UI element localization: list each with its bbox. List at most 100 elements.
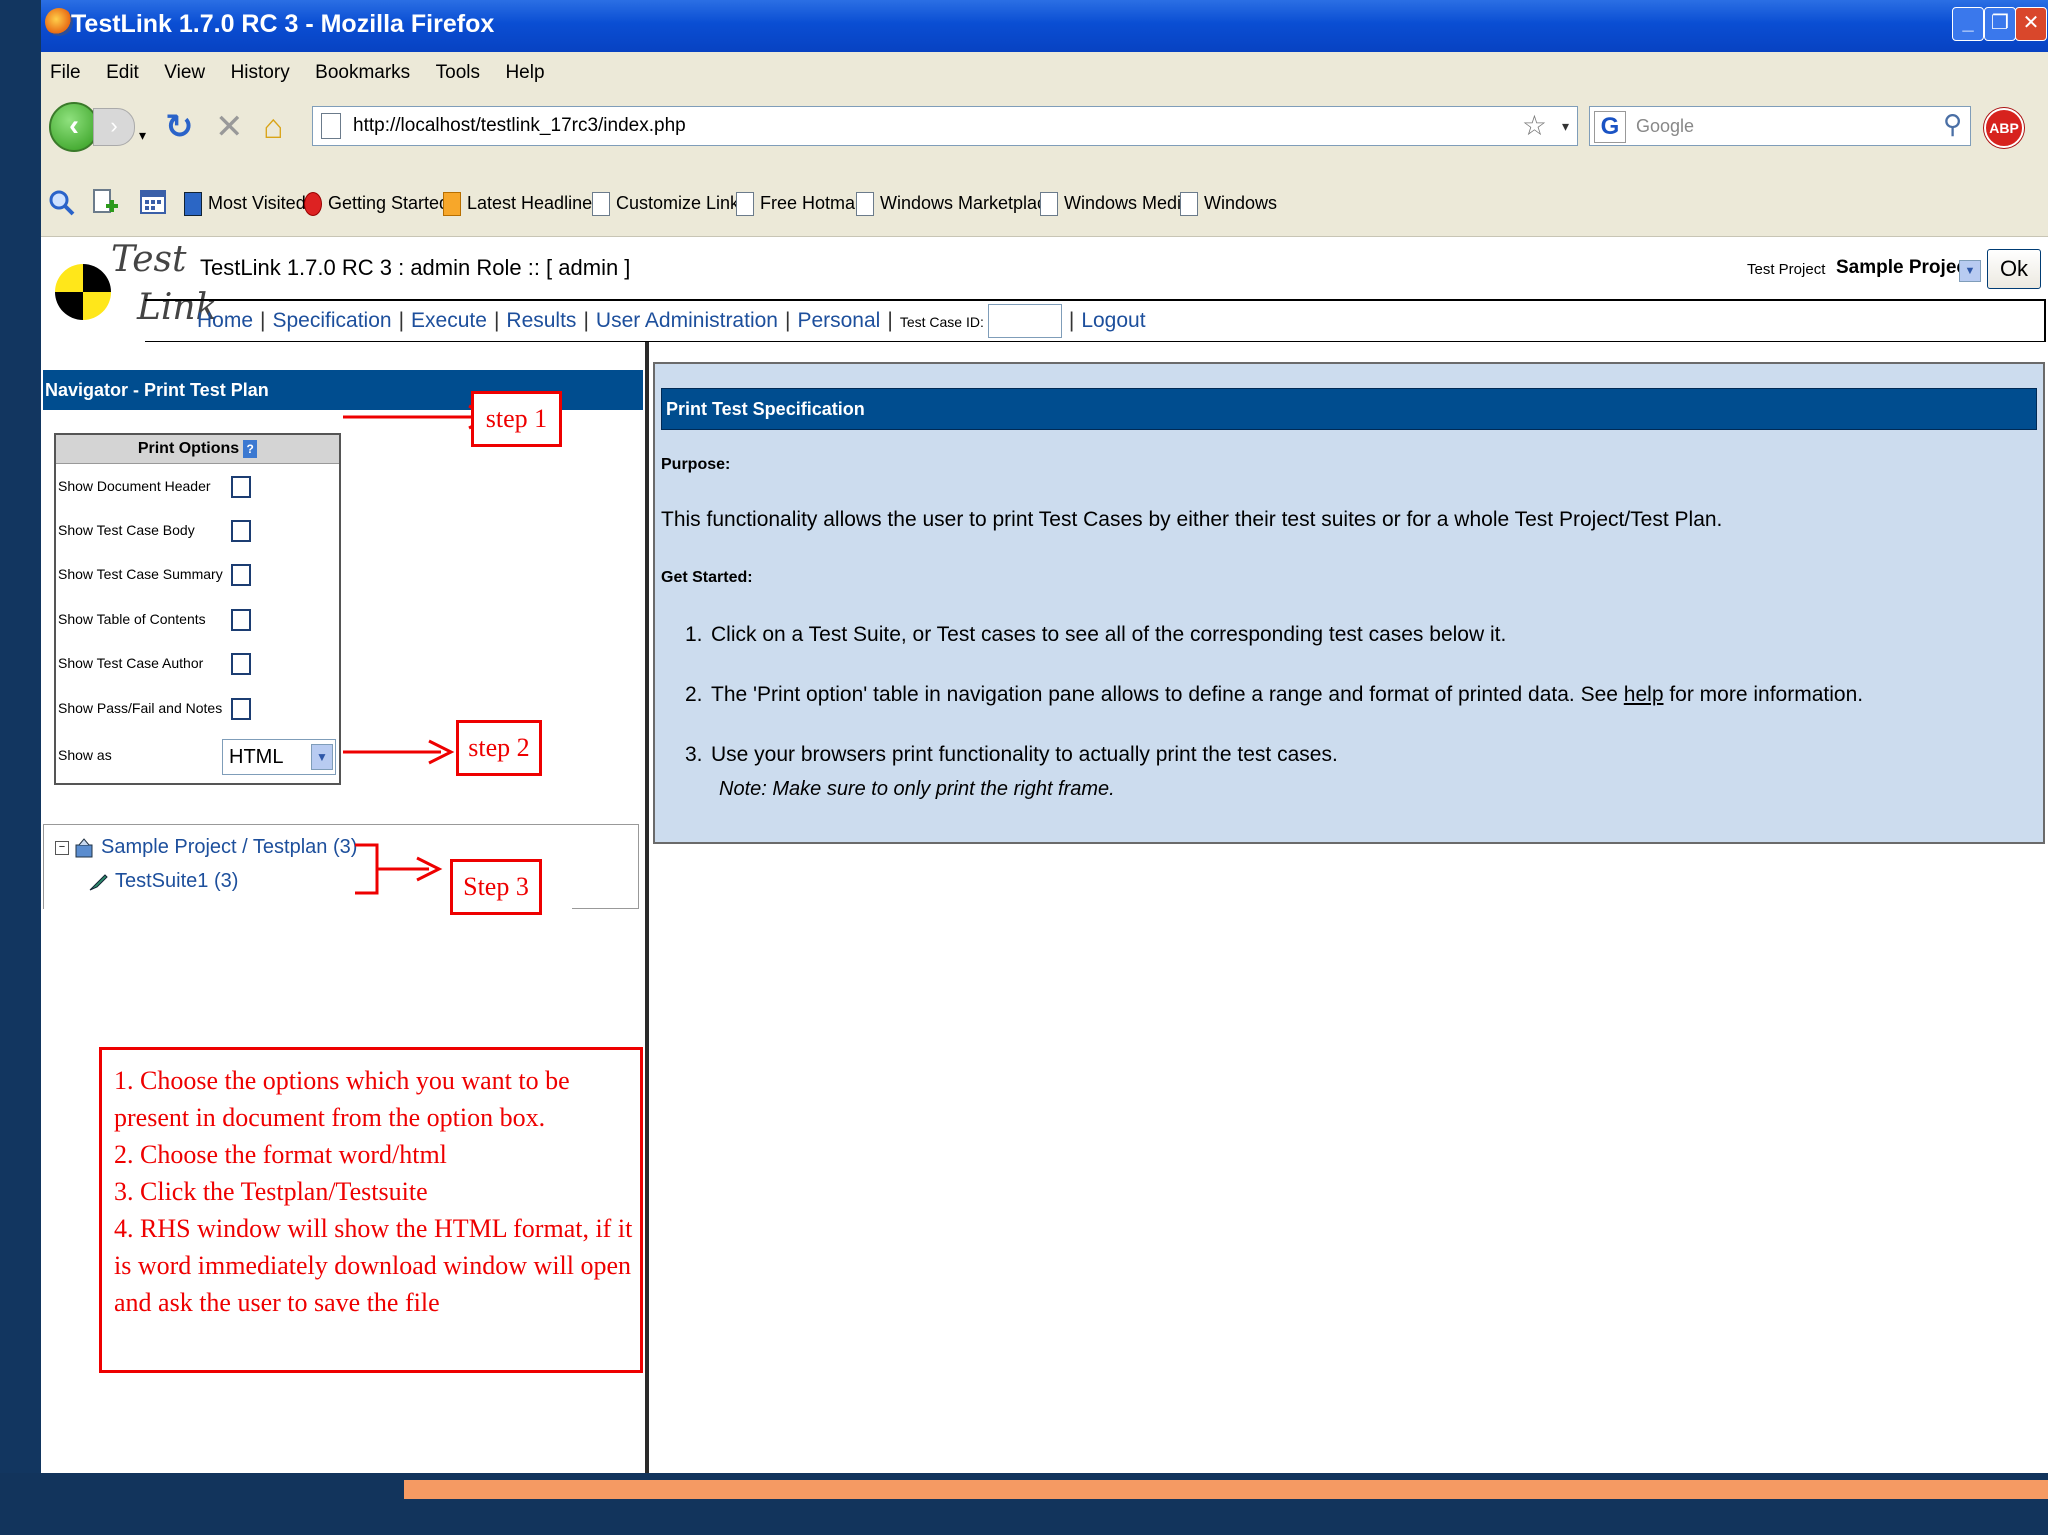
show-document-header-checkbox[interactable] [231, 476, 251, 498]
search-input[interactable]: Google [1636, 107, 1694, 145]
show-table-of-contents-checkbox[interactable] [231, 609, 251, 631]
firefox-bookmark-icon [304, 192, 322, 217]
reload-icon[interactable]: ↻ [165, 110, 194, 144]
close-button[interactable]: ✕ [2015, 7, 2047, 41]
show-as-value: HTML [229, 746, 284, 768]
google-search-engine-icon[interactable]: G [1594, 111, 1626, 143]
testlink-logo[interactable] [55, 250, 111, 326]
collapse-icon[interactable]: − [55, 840, 69, 855]
step2-label: step 2 [456, 720, 542, 776]
slide-stripe [404, 1480, 2048, 1499]
menu-edit[interactable]: Edit [106, 52, 139, 94]
menu-link-execute[interactable]: Execute [411, 309, 487, 332]
purpose-heading: Purpose: [661, 456, 731, 473]
content-pane: Print Test Specification Purpose: This f… [649, 342, 2048, 1473]
show-pass-fail-notes-checkbox[interactable] [231, 698, 251, 720]
search-box[interactable]: G Google ⚲ [1589, 106, 1971, 146]
tree-node-root[interactable]: − Sample Project / Testplan (3) [55, 836, 357, 859]
test-case-id-input[interactable] [987, 304, 1062, 339]
note-line: 3. Click the Testplan/Testsuite [114, 1177, 428, 1206]
option-label: Show Test Case Body [58, 522, 195, 538]
instruction-item: 3. Use your browsers print functionality … [685, 743, 1338, 766]
bookmark-free-hotmail[interactable]: Free Hotmail [736, 170, 863, 236]
instructions-note: 1. Choose the options which you want to … [99, 1047, 643, 1373]
search-icon[interactable]: ⚲ [1943, 109, 1962, 140]
print-spec-panel: Print Test Specification Purpose: This f… [653, 362, 2045, 844]
browser-window: TestLink 1.7.0 RC 3 - Mozilla Firefox _ … [41, 0, 2048, 1473]
option-label: Show Table of Contents [58, 611, 206, 627]
bookmark-latest-headlines[interactable]: Latest Headlines [443, 170, 601, 236]
project-icon [75, 837, 93, 858]
page-icon [321, 113, 341, 139]
forward-button[interactable]: › [93, 108, 135, 146]
slide-background [0, 0, 41, 1535]
minimize-button[interactable]: _ [1952, 7, 1984, 41]
menu-tools[interactable]: Tools [436, 52, 480, 94]
option-label: Show Test Case Author [58, 655, 204, 671]
help-link[interactable]: help [1624, 683, 1664, 706]
step2-arrow [343, 739, 455, 765]
home-icon[interactable]: ⌂ [263, 110, 284, 144]
adblock-icon[interactable]: ABP [1984, 108, 2024, 148]
menu-link-specification[interactable]: Specification [273, 309, 392, 332]
show-test-case-summary-checkbox[interactable] [231, 564, 251, 586]
bookmark-folder-icon [184, 192, 202, 217]
menu-link-logout[interactable]: Logout [1081, 309, 1145, 332]
back-button[interactable]: ‹ [49, 102, 99, 152]
address-bar[interactable]: http://localhost/testlink_17rc3/index.ph… [312, 106, 1578, 146]
print-options-header: Print Options? [56, 435, 339, 464]
bookmark-star-icon[interactable]: ☆ [1522, 107, 1547, 145]
menu-file[interactable]: File [50, 52, 81, 94]
menu-link-results[interactable]: Results [506, 309, 576, 332]
ok-button[interactable]: Ok [1987, 249, 2041, 289]
calendar-icon[interactable] [139, 188, 167, 216]
show-test-case-author-checkbox[interactable] [231, 653, 251, 675]
bookmark-windows[interactable]: Windows [1180, 170, 1277, 236]
stop-icon[interactable]: ✕ [215, 110, 244, 144]
bookmark-customize-links[interactable]: Customize Links [592, 170, 748, 236]
menu-help[interactable]: Help [505, 52, 544, 94]
show-test-case-body-checkbox[interactable] [231, 520, 251, 542]
menu-history[interactable]: History [231, 52, 290, 94]
page-icon [736, 192, 754, 217]
chevron-down-icon[interactable]: ▼ [1959, 260, 1981, 282]
address-url[interactable]: http://localhost/testlink_17rc3/index.ph… [353, 107, 686, 145]
print-spec-header: Print Test Specification [661, 388, 2037, 430]
menu-view[interactable]: View [164, 52, 205, 94]
menu-bookmarks[interactable]: Bookmarks [315, 52, 410, 94]
note-line: and ask the user to save the file [114, 1288, 440, 1317]
address-dropdown-icon[interactable]: ▾ [1562, 107, 1569, 145]
note-line: 4. RHS window will show the HTML format,… [114, 1214, 633, 1243]
step3-label: Step 3 [450, 859, 542, 915]
test-project-label: Test Project [1747, 261, 1826, 278]
menu-link-user-administration[interactable]: User Administration [596, 309, 778, 332]
option-label: Show Test Case Summary [58, 566, 223, 582]
test-project-select[interactable]: Sample Project [1836, 257, 1973, 279]
bookmark-most-visited[interactable]: Most Visited [184, 170, 306, 236]
bookmark-getting-started[interactable]: Getting Started [304, 170, 449, 236]
bookmark-windows-marketplace[interactable]: Windows Marketplace [856, 170, 1056, 236]
magnifier-icon[interactable] [47, 188, 75, 216]
testsuite-icon [89, 874, 108, 891]
bookmarks-toolbar: Most Visited Getting Started Latest Head… [41, 170, 2048, 237]
maximize-button[interactable]: ❐ [1984, 7, 2016, 41]
menu-link-personal[interactable]: Personal [797, 309, 880, 332]
history-dropdown-icon[interactable]: ▾ [139, 118, 146, 152]
show-as-select[interactable]: HTML ▼ [222, 739, 336, 775]
option-label: Show Document Header [58, 478, 211, 494]
navigation-toolbar: ‹ › ▾ ↻ ✕ ⌂ http://localhost/testlink_17… [41, 94, 2048, 170]
step1-label: step 1 [471, 391, 562, 447]
chevron-down-icon[interactable]: ▼ [311, 744, 333, 770]
show-as-label: Show as [58, 747, 112, 763]
bookmark-windows-media[interactable]: Windows Media [1040, 170, 1191, 236]
test-case-id-label: Test Case ID: [899, 314, 984, 330]
tree-node-testsuite[interactable]: TestSuite1 (3) [87, 870, 238, 893]
help-icon[interactable]: ? [243, 439, 258, 458]
testlink-header: Test Link TestLink 1.7.0 RC 3 : admin Ro… [41, 237, 2048, 343]
title-bar: TestLink 1.7.0 RC 3 - Mozilla Firefox _ … [41, 0, 2048, 52]
note-line: present in document from the option box. [114, 1103, 546, 1132]
note-line: 1. Choose the options which you want to … [114, 1066, 570, 1095]
add-bookmark-icon[interactable] [91, 188, 119, 216]
menu-link-home[interactable]: Home [197, 309, 253, 332]
logo-disc-icon [55, 264, 111, 320]
